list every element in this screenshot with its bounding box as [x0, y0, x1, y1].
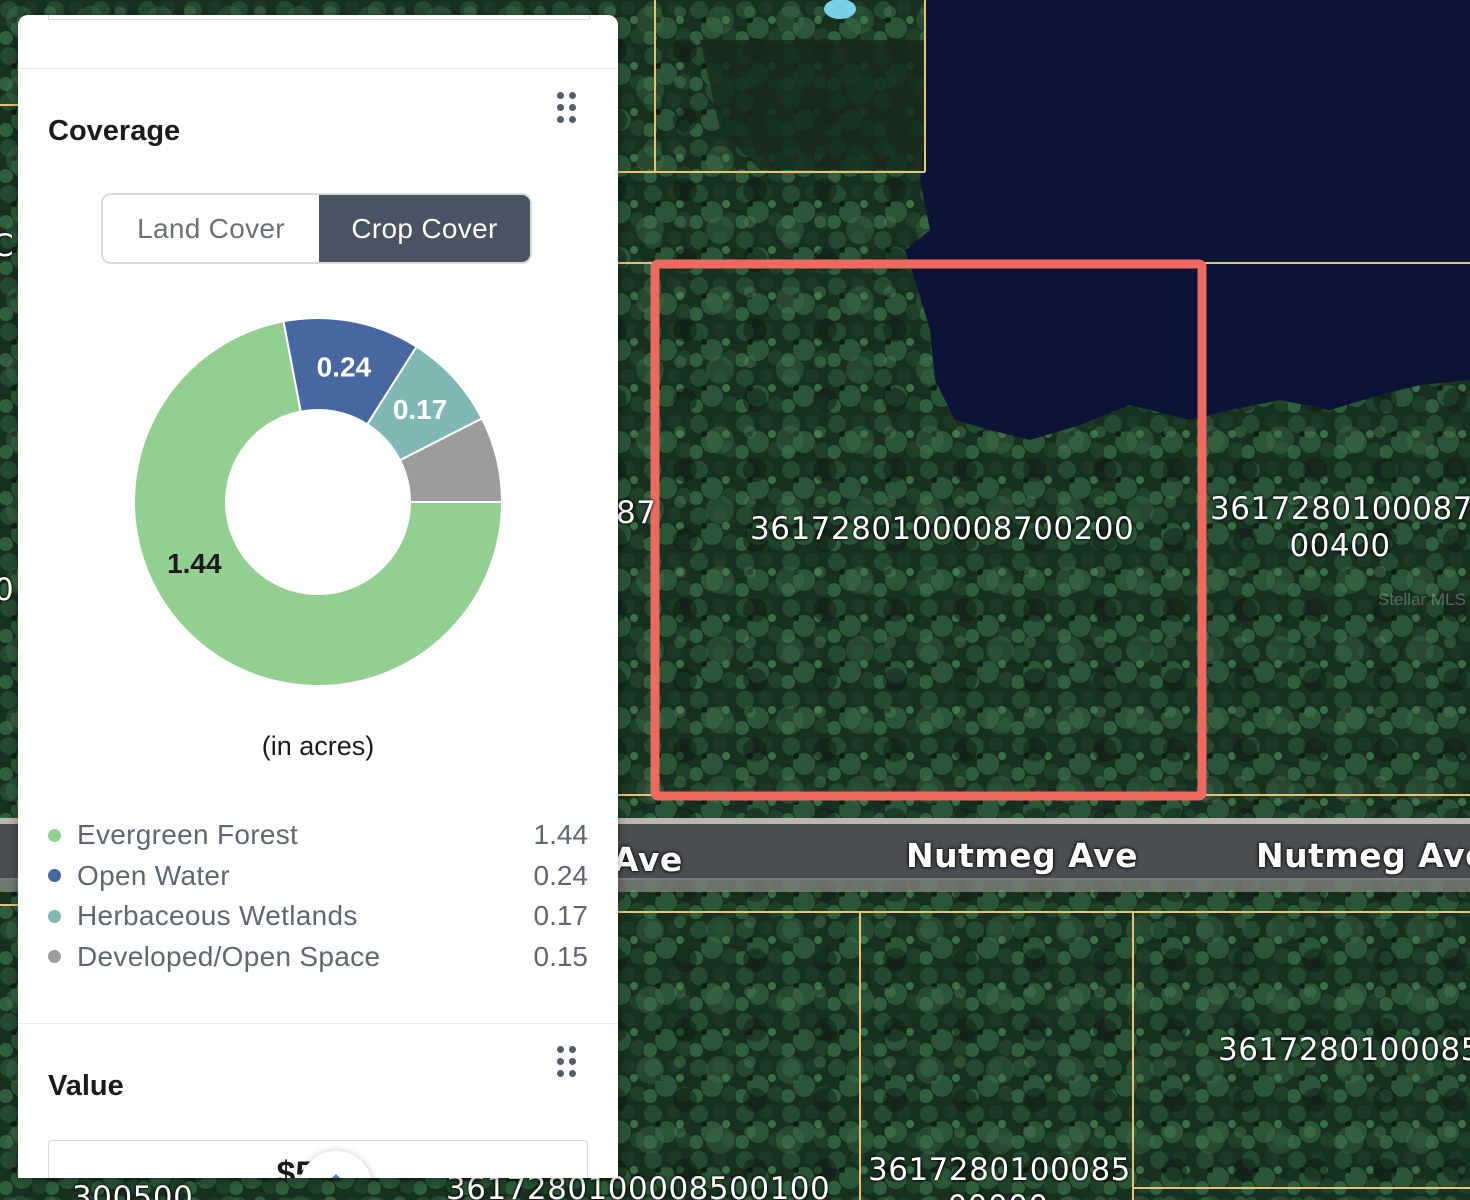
parcel-label-edge-0[interactable]: 0 [0, 572, 14, 609]
section-divider [18, 1023, 618, 1024]
legend-value: 1.44 [533, 819, 589, 851]
chevron-up-icon [331, 1174, 341, 1178]
map-watermark: Stellar MLS [1378, 590, 1466, 609]
parcel-label-edge-c[interactable]: C [0, 228, 14, 265]
parcel-label-right-line2: 00400 [1289, 528, 1391, 564]
parcel-label-left[interactable]: 87 [616, 495, 656, 532]
parcel-label-bottom-center[interactable]: 3617280100085 00000 [868, 1152, 1131, 1200]
parcel-label-lower-right[interactable]: 3617280100085 [1218, 1032, 1470, 1069]
legend-label: Herbaceous Wetlands [77, 900, 358, 932]
drag-handle-icon[interactable] [557, 1046, 579, 1080]
coverage-donut-chart: 1.44 0.24 0.17 [133, 317, 504, 687]
parcel-label-right-line1: 3617280100087 [1210, 491, 1470, 527]
donut-slice-label: 0.17 [393, 394, 448, 425]
legend-value: 0.15 [533, 940, 589, 972]
legend-label: Developed/Open Space [77, 940, 381, 972]
donut-slice-label: 1.44 [167, 548, 222, 579]
parcel-label-bottom-center-line1: 3617280100085 [868, 1152, 1131, 1188]
parcel-label-selected[interactable]: 3617280100008700200 [750, 511, 1134, 548]
parcel-label-bottom-center-line2: 00000 [868, 1189, 1128, 1200]
legend-label: Open Water [77, 859, 230, 891]
legend-row[interactable]: Open Water 0.24 [48, 856, 588, 897]
parcel-label-right[interactable]: 3617280100087 00400 [1210, 491, 1470, 565]
legend-row[interactable]: Herbaceous Wetlands 0.17 [48, 896, 588, 937]
value-title: Value [48, 1070, 124, 1102]
legend-row[interactable]: Evergreen Forest 1.44 [48, 815, 588, 856]
street-label-center: Nutmeg Ave [906, 836, 1139, 875]
legend-label: Evergreen Forest [77, 819, 299, 851]
legend-dot-icon [48, 909, 61, 923]
legend-value: 0.17 [533, 900, 589, 932]
parcel-label-bottom-left[interactable]: 300500 [72, 1180, 193, 1200]
legend-row[interactable]: Developed/Open Space 0.15 [48, 937, 588, 978]
legend-dot-icon [48, 828, 61, 842]
street-label-left: Ave [613, 840, 683, 879]
coverage-legend: Evergreen Forest 1.44 Open Water 0.24 Herbac… [48, 815, 588, 977]
legend-dot-icon [48, 869, 61, 883]
street-label-right: Nutmeg Ave [1256, 836, 1470, 875]
legend-dot-icon [48, 950, 61, 964]
coverage-panel: Coverage Land Cover Crop Cover 1.44 0.24 0… [18, 15, 618, 1178]
legend-value: 0.24 [533, 859, 589, 891]
donut-slice-label: 0.24 [317, 351, 372, 382]
chart-unit-caption: (in acres) [261, 731, 375, 761]
